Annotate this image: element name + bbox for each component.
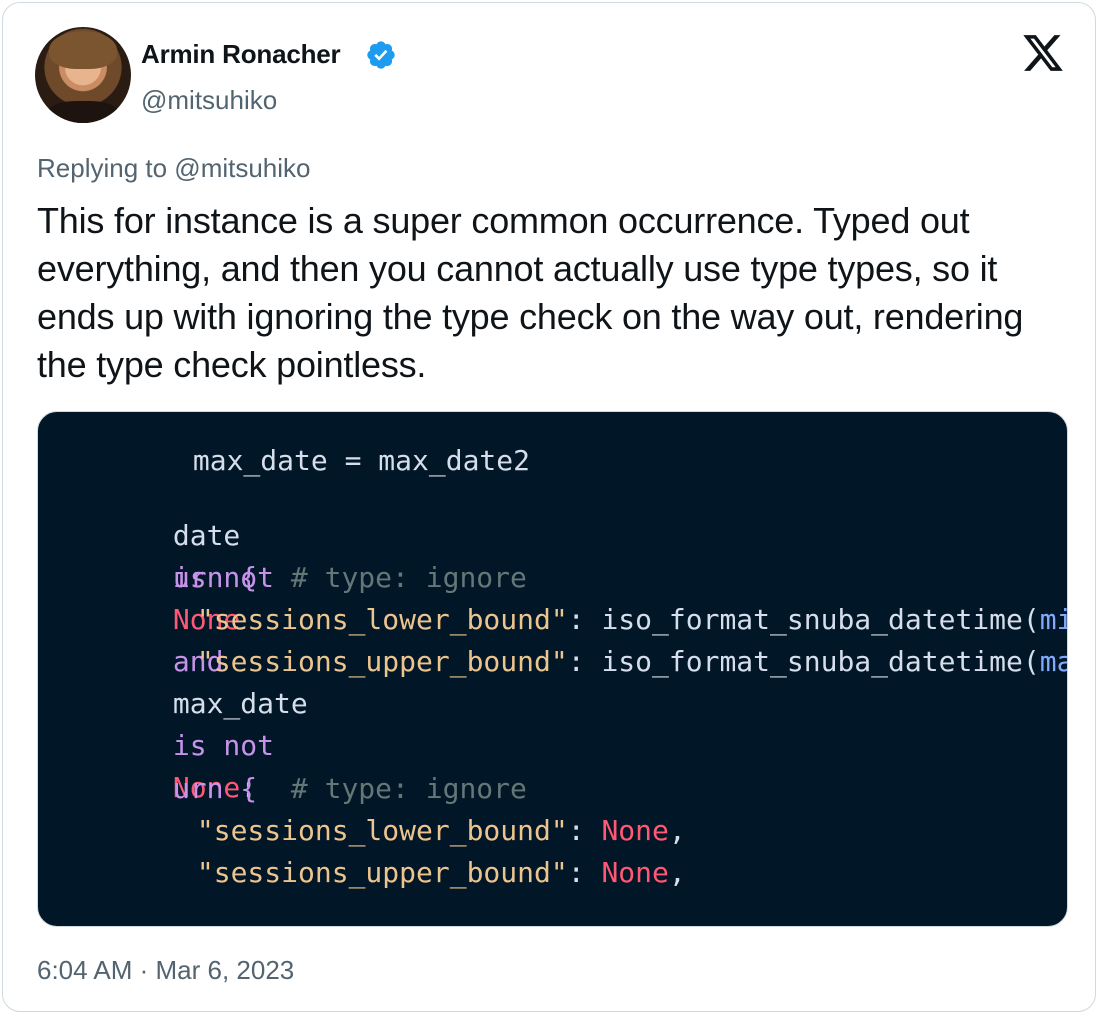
code-line-1: date is not None and max_date is not Non… xyxy=(38,473,308,804)
code-token: max_dat xyxy=(1039,645,1067,678)
code-token: max_date xyxy=(172,687,308,720)
code-block: max_date = max_date2 date is not None an… xyxy=(38,412,1067,926)
code-screenshot-image[interactable]: max_date = max_date2 date is not None an… xyxy=(37,411,1068,927)
code-line-3: "sessions_lower_bound": iso_format_snuba… xyxy=(62,557,1067,636)
code-line-4: "sessions_upper_bound": iso_format_snuba… xyxy=(62,599,1067,678)
code-line-6: "sessions_lower_bound": None, xyxy=(62,768,686,847)
code-token: None xyxy=(601,856,669,889)
code-token: : iso_format_snuba_datetime( xyxy=(567,645,1040,678)
author-handle[interactable]: @mitsuhiko xyxy=(141,85,277,116)
verified-badge-icon xyxy=(367,41,395,69)
avatar-hair xyxy=(49,31,117,69)
author-name[interactable]: Armin Ronacher xyxy=(141,39,341,70)
code-line-5: urn { # type: ignore xyxy=(38,726,527,805)
tweet-card[interactable]: Armin Ronacher @mitsuhiko Replying to @m… xyxy=(2,2,1096,1012)
code-line-2: urn { # type: ignore xyxy=(38,515,527,594)
x-logo-icon[interactable] xyxy=(1019,31,1067,75)
avatar-shirt xyxy=(47,101,119,123)
replying-to[interactable]: Replying to @mitsuhiko xyxy=(37,153,311,184)
code-token: , xyxy=(668,856,686,889)
code-token: "sessions_upper_bound" xyxy=(196,856,568,889)
avatar[interactable] xyxy=(35,27,131,123)
code-line-7: "sessions_upper_bound": None, xyxy=(62,810,686,889)
code-line-0: max_date = max_date2 xyxy=(58,412,530,477)
code-token: "sessions_upper_bound" xyxy=(196,645,568,678)
tweet-text: This for instance is a super common occu… xyxy=(37,200,1024,385)
code-token: : xyxy=(567,856,602,889)
tweet-timestamp[interactable]: 6:04 AM · Mar 6, 2023 xyxy=(37,955,294,986)
